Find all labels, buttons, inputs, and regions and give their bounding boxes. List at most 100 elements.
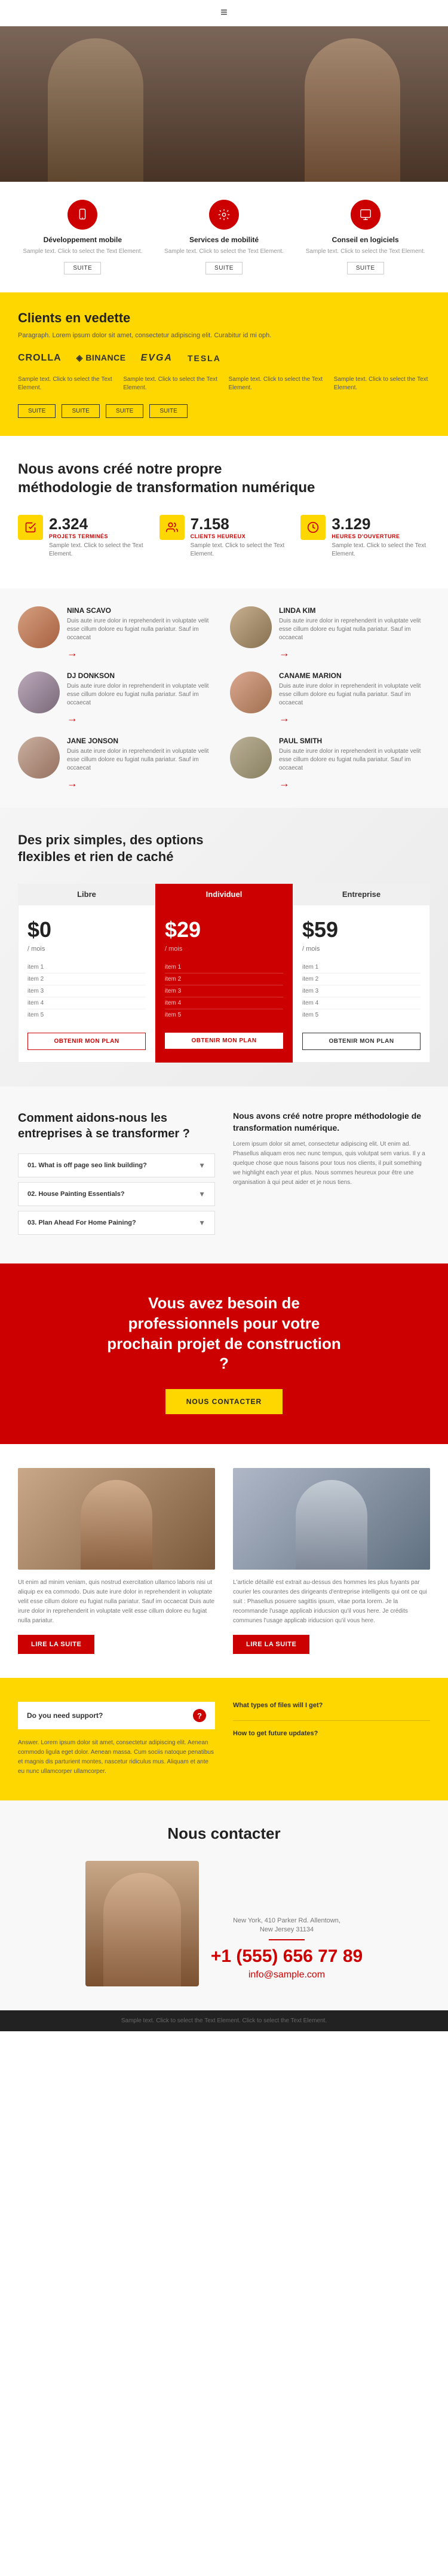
- support-right: What types of files will I get? How to g…: [233, 1702, 430, 1777]
- faq-chevron-1: ▼: [198, 1161, 205, 1170]
- libre-plan-btn[interactable]: OBTENIR MON PLAN: [27, 1033, 146, 1050]
- faq-item-2: 02. House Painting Essentials? ▼: [18, 1182, 215, 1206]
- stat-1-content: 2.324 PROJETS TERMINÉS Sample text. Clic…: [49, 515, 148, 558]
- stat-1-label: PROJETS TERMINÉS: [49, 533, 148, 539]
- libre-feature-4: item 4: [27, 997, 146, 1009]
- stat-3-number: 3.129: [332, 515, 430, 533]
- faq-chevron-3: ▼: [198, 1219, 205, 1227]
- libre-feature-3: item 3: [27, 985, 146, 997]
- clients-title: Clients en vedette: [18, 310, 430, 326]
- footer-text: Sample text. Click to select the Text El…: [7, 2018, 441, 2024]
- avatar-caname: [230, 672, 272, 713]
- service-card-conseil: Conseil en logiciels Sample text. Click …: [294, 200, 436, 274]
- contact-address-1: New York, 410 Parker Rd. Allentown,: [211, 1916, 363, 1927]
- stat-1: 2.324 PROJETS TERMINÉS Sample text. Clic…: [18, 515, 148, 558]
- plan-individuel-per: / mois: [165, 945, 283, 953]
- blog-1-read-more[interactable]: LIRE LA SUITE: [18, 1635, 94, 1654]
- team-1-arrow[interactable]: →: [67, 647, 78, 659]
- stat-3-icon: [300, 515, 326, 540]
- entreprise-feature-2: item 2: [302, 973, 421, 985]
- contact-details: New York, 410 Parker Rd. Allentown, New …: [211, 1916, 363, 1987]
- contact-divider: [269, 1939, 305, 1940]
- methodology-section: Nous avons créé notre propre méthodologi…: [0, 436, 448, 588]
- plan-individuel-features: item 1 item 2 item 3 item 4 item 5: [165, 962, 283, 1021]
- support-question-icon[interactable]: ?: [193, 1709, 206, 1722]
- pricing-section: Des prix simples, des options flexibles …: [0, 808, 448, 1086]
- team-3-info: DJ DONKSON Duis aute irure dolor in repr…: [67, 672, 218, 725]
- entreprise-feature-3: item 3: [302, 985, 421, 997]
- support-answer-text: Answer. Lorem ipsum dolor sit amet, cons…: [18, 1738, 215, 1777]
- entreprise-plan-btn[interactable]: OBTENIR MON PLAN: [302, 1033, 421, 1050]
- client-btn-4[interactable]: SUITE: [149, 404, 187, 418]
- libre-feature-5: item 5: [27, 1009, 146, 1021]
- hours-icon: [307, 521, 319, 533]
- support-left: Do you need support? ? Answer. Lorem ips…: [18, 1702, 215, 1777]
- service-1-btn[interactable]: SUITE: [64, 262, 101, 274]
- stats-row: 2.324 PROJETS TERMINÉS Sample text. Clic…: [18, 515, 430, 558]
- contact-phone[interactable]: +1 (555) 656 77 89: [211, 1946, 363, 1967]
- individuel-plan-btn[interactable]: OBTENIR MON PLAN: [165, 1033, 283, 1049]
- conseil-icon-svg: [359, 208, 372, 221]
- team-6-arrow[interactable]: →: [279, 777, 290, 789]
- faq-q3-text: 03. Plan Ahead For Home Paining?: [27, 1219, 136, 1226]
- cta-btn[interactable]: NOUS CONTACTER: [165, 1389, 283, 1414]
- individuel-feature-5: item 5: [165, 1009, 283, 1021]
- plan-label-entreprise: Entreprise: [293, 884, 430, 905]
- team-4-info: CANAME MARION Duis aute irure dolor in r…: [279, 672, 430, 725]
- contact-email[interactable]: info@sample.com: [211, 1970, 363, 1980]
- stat-2-content: 7.158 CLIENTS HEUREUX Sample text. Click…: [191, 515, 289, 558]
- faq-item-3: 03. Plan Ahead For Home Paining? ▼: [18, 1211, 215, 1235]
- stat-3-content: 3.129 HEURES D'OUVERTURE Sample text. Cl…: [332, 515, 430, 558]
- hamburger-icon[interactable]: ≡: [220, 6, 228, 20]
- team-6-info: PAUL SMITH Duis aute irure dolor in repr…: [279, 737, 430, 790]
- team-6-desc: Duis aute irure dolor in reprehenderit i…: [279, 747, 430, 773]
- support-faq-q1[interactable]: What types of files will I get?: [233, 1702, 430, 1709]
- faq-question-1[interactable]: 01. What is off page seo link building? …: [19, 1154, 214, 1177]
- pricing-grid: $0 / mois item 1 item 2 item 3 item 4 it…: [18, 905, 430, 1063]
- service-3-title: Conseil en logiciels: [300, 236, 430, 244]
- mobility-icon-svg: [217, 208, 231, 221]
- blog-1-desc: Ut enim ad minim veniam, quis nostrud ex…: [18, 1578, 215, 1626]
- team-1-desc: Duis aute irure dolor in reprehenderit i…: [67, 617, 218, 642]
- team-4-desc: Duis aute irure dolor in reprehenderit i…: [279, 682, 430, 707]
- logo-binance: ◈ BINANCE: [76, 353, 126, 363]
- support-question-text: Do you need support?: [27, 1711, 103, 1720]
- service-2-btn[interactable]: SUITE: [205, 262, 243, 274]
- service-3-btn[interactable]: SUITE: [347, 262, 384, 274]
- client-btn-1[interactable]: SUITE: [18, 404, 56, 418]
- blog-2-desc: L'article détaillé est extrait au-dessus…: [233, 1578, 430, 1626]
- team-member-1: NINA SCAVO Duis aute irure dolor in repr…: [18, 606, 218, 660]
- stat-2-icon: [159, 515, 185, 540]
- client-desc-2: Sample text. Click to select the Text El…: [123, 376, 219, 392]
- team-2-arrow[interactable]: →: [279, 647, 290, 659]
- team-4-arrow[interactable]: →: [279, 712, 290, 724]
- client-btn-2[interactable]: SUITE: [62, 404, 99, 418]
- support-faq-q2[interactable]: How to get future updates?: [233, 1730, 430, 1737]
- mobile-icon-svg: [76, 208, 89, 221]
- team-3-arrow[interactable]: →: [67, 712, 78, 724]
- service-2-desc: Sample text. Click to select the Text El…: [159, 248, 289, 256]
- faq-question-2[interactable]: 02. House Painting Essentials? ▼: [19, 1183, 214, 1205]
- blog-section: Ut enim ad minim veniam, quis nostrud ex…: [0, 1444, 448, 1678]
- services-section: Développement mobile Sample text. Click …: [0, 182, 448, 292]
- client-btn-3[interactable]: SUITE: [106, 404, 143, 418]
- service-1-title: Développement mobile: [18, 236, 148, 244]
- service-card-mobilite: Services de mobilité Sample text. Click …: [154, 200, 295, 274]
- team-5-info: JANE JONSON Duis aute irure dolor in rep…: [67, 737, 218, 790]
- faq-chevron-2: ▼: [198, 1190, 205, 1198]
- faq-question-3[interactable]: 03. Plan Ahead For Home Paining? ▼: [19, 1211, 214, 1234]
- plan-entreprise-price: $59: [302, 917, 421, 942]
- methodology-title: Nous avons créé notre propre méthodologi…: [18, 460, 317, 497]
- conseil-icon: [351, 200, 381, 230]
- blog-2-read-more[interactable]: LIRE LA SUITE: [233, 1635, 309, 1654]
- faq-q2-text: 02. House Painting Essentials?: [27, 1191, 125, 1198]
- avatar-dj: [18, 672, 60, 713]
- plan-entreprise-per: / mois: [302, 945, 421, 953]
- hero-section: [0, 26, 448, 182]
- team-5-arrow[interactable]: →: [67, 777, 78, 789]
- clients-section: Clients en vedette Paragraph. Lorem ipsu…: [0, 292, 448, 436]
- entreprise-feature-4: item 4: [302, 997, 421, 1009]
- plan-entreprise-features: item 1 item 2 item 3 item 4 item 5: [302, 962, 421, 1021]
- service-card-dev-mobile: Développement mobile Sample text. Click …: [12, 200, 154, 274]
- support-faq-2: How to get future updates?: [233, 1730, 430, 1748]
